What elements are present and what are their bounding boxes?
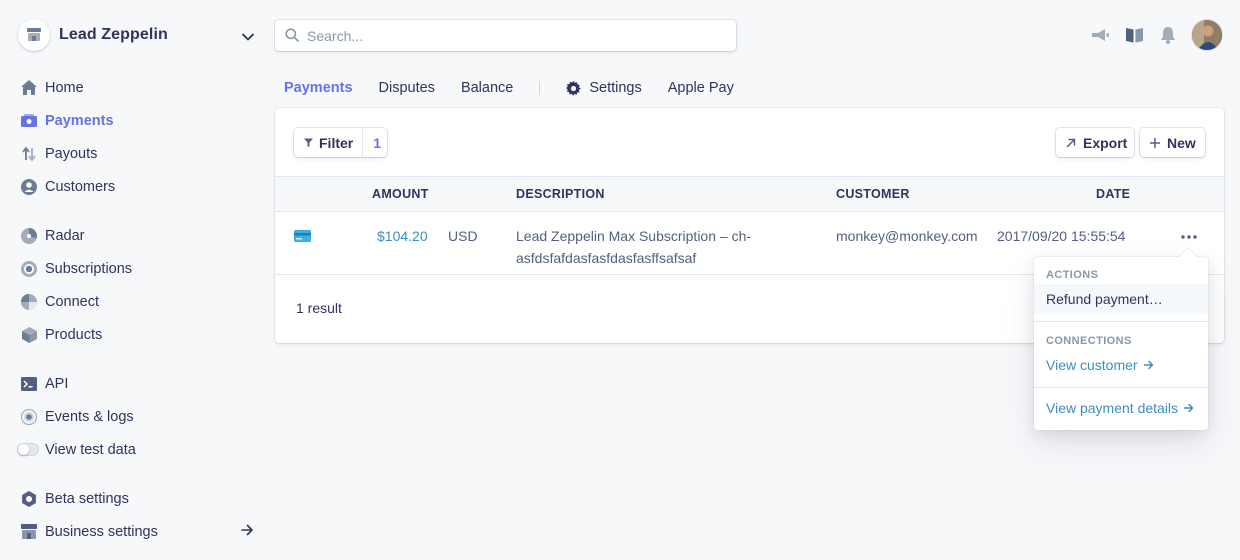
column-description[interactable]: DESCRIPTION (516, 187, 605, 201)
sidebar-item-beta-settings[interactable]: Beta settings (20, 482, 260, 515)
column-date[interactable]: DATE (1096, 187, 1130, 201)
arrow-right-icon (1184, 403, 1194, 413)
search-icon (285, 28, 299, 47)
sidebar-item-connect[interactable]: Connect (20, 285, 260, 318)
chevron-down-icon[interactable] (242, 28, 254, 46)
menu-divider (1034, 387, 1208, 388)
sidebar-item-home[interactable]: Home (20, 71, 260, 104)
tab-disputes[interactable]: Disputes (379, 80, 435, 96)
tab-payments[interactable]: Payments (284, 80, 353, 96)
test-data-toggle[interactable] (17, 441, 39, 459)
gear-icon (566, 80, 582, 96)
arrow-right-icon[interactable] (241, 524, 254, 540)
payment-description: Lead Zeppelin Max Subscription – ch- asf… (516, 228, 752, 266)
tab-settings[interactable]: Settings (566, 80, 642, 96)
payment-amount[interactable]: $104.20 (377, 225, 428, 247)
sidebar-item-business-settings[interactable]: Business settings (20, 515, 260, 548)
sidebar: Lead Zeppelin Home Payments Payouts Cust… (0, 0, 260, 560)
export-arrow-icon (1066, 138, 1076, 148)
tab-balance[interactable]: Balance (461, 80, 513, 96)
filter-button[interactable]: Filter 1 (294, 128, 387, 157)
sidebar-item-test-data[interactable]: View test data (17, 433, 260, 466)
search-input[interactable] (275, 20, 736, 51)
connect-icon (20, 293, 38, 311)
column-amount[interactable]: AMOUNT (372, 187, 429, 201)
column-customer[interactable]: CUSTOMER (836, 187, 910, 201)
docs-book-icon[interactable] (1124, 25, 1144, 45)
sidebar-item-radar[interactable]: Radar (20, 219, 260, 252)
sidebar-item-customers[interactable]: Customers (20, 170, 260, 203)
events-icon (20, 408, 38, 426)
refund-payment-menu-item[interactable]: Refund payment… (1034, 284, 1208, 314)
tab-apple-pay[interactable]: Apple Pay (668, 80, 734, 96)
menu-section-actions: ACTIONS (1046, 269, 1099, 281)
filter-label: Filter (319, 134, 354, 151)
sidebar-item-payouts[interactable]: Payouts (20, 137, 260, 170)
account-switcher[interactable]: Lead Zeppelin (18, 19, 258, 51)
user-avatar[interactable] (1192, 20, 1222, 50)
beta-icon (20, 490, 38, 508)
credit-card-icon (294, 229, 311, 247)
sidebar-item-products[interactable]: Products (20, 318, 260, 351)
search-bar (275, 20, 736, 51)
export-button[interactable]: Export (1056, 128, 1134, 157)
view-customer-menu-item[interactable]: View customer (1034, 350, 1208, 380)
filter-icon (304, 138, 313, 147)
sidebar-item-subscriptions[interactable]: Subscriptions (20, 252, 260, 285)
sidebar-item-api[interactable]: API (20, 367, 260, 400)
products-icon (20, 326, 38, 344)
terminal-icon (20, 375, 38, 393)
megaphone-icon[interactable] (1090, 25, 1110, 45)
arrow-right-icon (1143, 360, 1154, 370)
tab-divider (539, 81, 541, 95)
store-icon (20, 523, 38, 541)
payment-date: 2017/09/20 15:55:54 (997, 228, 1126, 244)
row-actions-menu: ACTIONS Refund payment… CONNECTIONS View… (1034, 257, 1208, 430)
view-payment-details-menu-item[interactable]: View payment details (1034, 393, 1208, 423)
more-actions-icon[interactable] (1178, 229, 1200, 245)
payments-icon (20, 112, 38, 130)
payouts-icon (20, 145, 38, 163)
sidebar-nav: Home Payments Payouts Customers Radar Su… (17, 71, 260, 548)
account-name: Lead Zeppelin (59, 26, 168, 43)
payments-tabs: Payments Disputes Balance Settings Apple… (284, 76, 760, 100)
payment-customer[interactable]: monkey@monkey.com (836, 225, 978, 247)
top-right-toolbar (1090, 19, 1222, 51)
subscriptions-icon (20, 260, 38, 278)
customers-icon (20, 178, 38, 196)
plus-icon (1150, 137, 1160, 148)
sidebar-item-payments[interactable]: Payments (20, 104, 260, 137)
result-count: 1 result (296, 300, 342, 316)
table-header: AMOUNT DESCRIPTION CUSTOMER DATE (275, 176, 1224, 212)
sidebar-item-events[interactable]: Events & logs (20, 400, 260, 433)
menu-divider (1034, 321, 1208, 322)
filter-count-badge: 1 (373, 134, 382, 151)
store-logo-icon (18, 19, 50, 51)
payment-currency: USD (448, 228, 478, 244)
bell-icon[interactable] (1158, 25, 1178, 45)
menu-section-connections: CONNECTIONS (1046, 335, 1132, 347)
new-button[interactable]: New (1140, 128, 1205, 157)
radar-icon (20, 227, 38, 245)
home-icon (20, 79, 38, 97)
